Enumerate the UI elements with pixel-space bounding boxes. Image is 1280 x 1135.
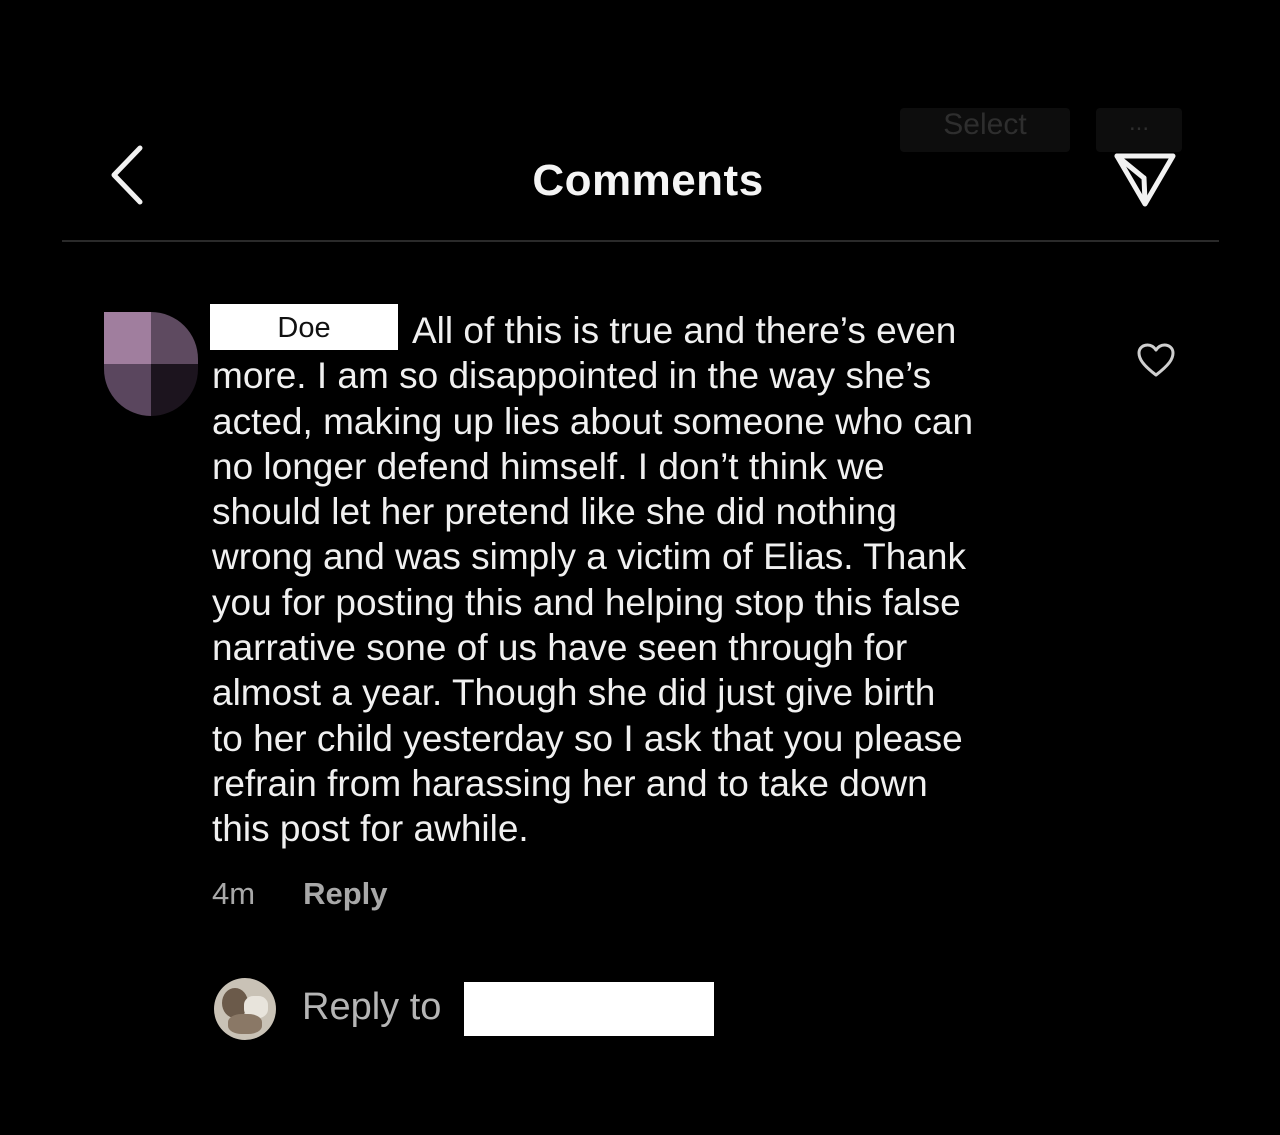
- reply-composer[interactable]: Reply to: [214, 978, 1114, 1040]
- current-user-avatar: [214, 978, 276, 1040]
- redacted-username: [464, 982, 714, 1036]
- comment-line: wrong and was simply a victim of Elias. …: [212, 536, 967, 578]
- avatar-pixel: [104, 312, 151, 364]
- heart-icon[interactable]: [1135, 340, 1177, 382]
- avatar-pixel: [104, 364, 151, 416]
- paper-plane-icon[interactable]: [1110, 142, 1180, 212]
- page-title: Comments: [532, 156, 764, 205]
- username-label[interactable]: Doe: [210, 304, 398, 350]
- comment-line: more. I am so disappointed in the way sh…: [212, 355, 932, 397]
- avatar[interactable]: [104, 312, 198, 416]
- comment-line: should let her pretend like she did noth…: [212, 491, 897, 533]
- comment-body: All of this is true and there’s even mor…: [212, 308, 1092, 852]
- comment-line: almost a year. Though she did just give …: [212, 672, 936, 714]
- comment-meta: 4m Reply: [212, 876, 388, 912]
- ghost-select-button: Select: [900, 108, 1070, 152]
- comment-line: acted, making up lies about someone who …: [212, 400, 974, 442]
- comment-line: narrative sone of us have seen through f…: [212, 627, 908, 669]
- comment-timestamp: 4m: [212, 876, 256, 911]
- reply-input-placeholder[interactable]: Reply to: [302, 986, 441, 1029]
- avatar-pixel: [151, 312, 198, 364]
- header-divider: [62, 240, 1219, 242]
- comment-line: this post for awhile.: [212, 808, 529, 850]
- comment-line: refrain from harassing her and to take d…: [212, 762, 928, 804]
- comment-line: to her child yesterday so I ask that you…: [212, 717, 963, 759]
- reply-button[interactable]: Reply: [303, 876, 387, 912]
- comment-line: no longer defend himself. I don’t think …: [212, 445, 885, 487]
- avatar-detail: [228, 1014, 262, 1034]
- comment-line: you for posting this and helping stop th…: [212, 581, 961, 623]
- avatar-pixel: [151, 364, 198, 416]
